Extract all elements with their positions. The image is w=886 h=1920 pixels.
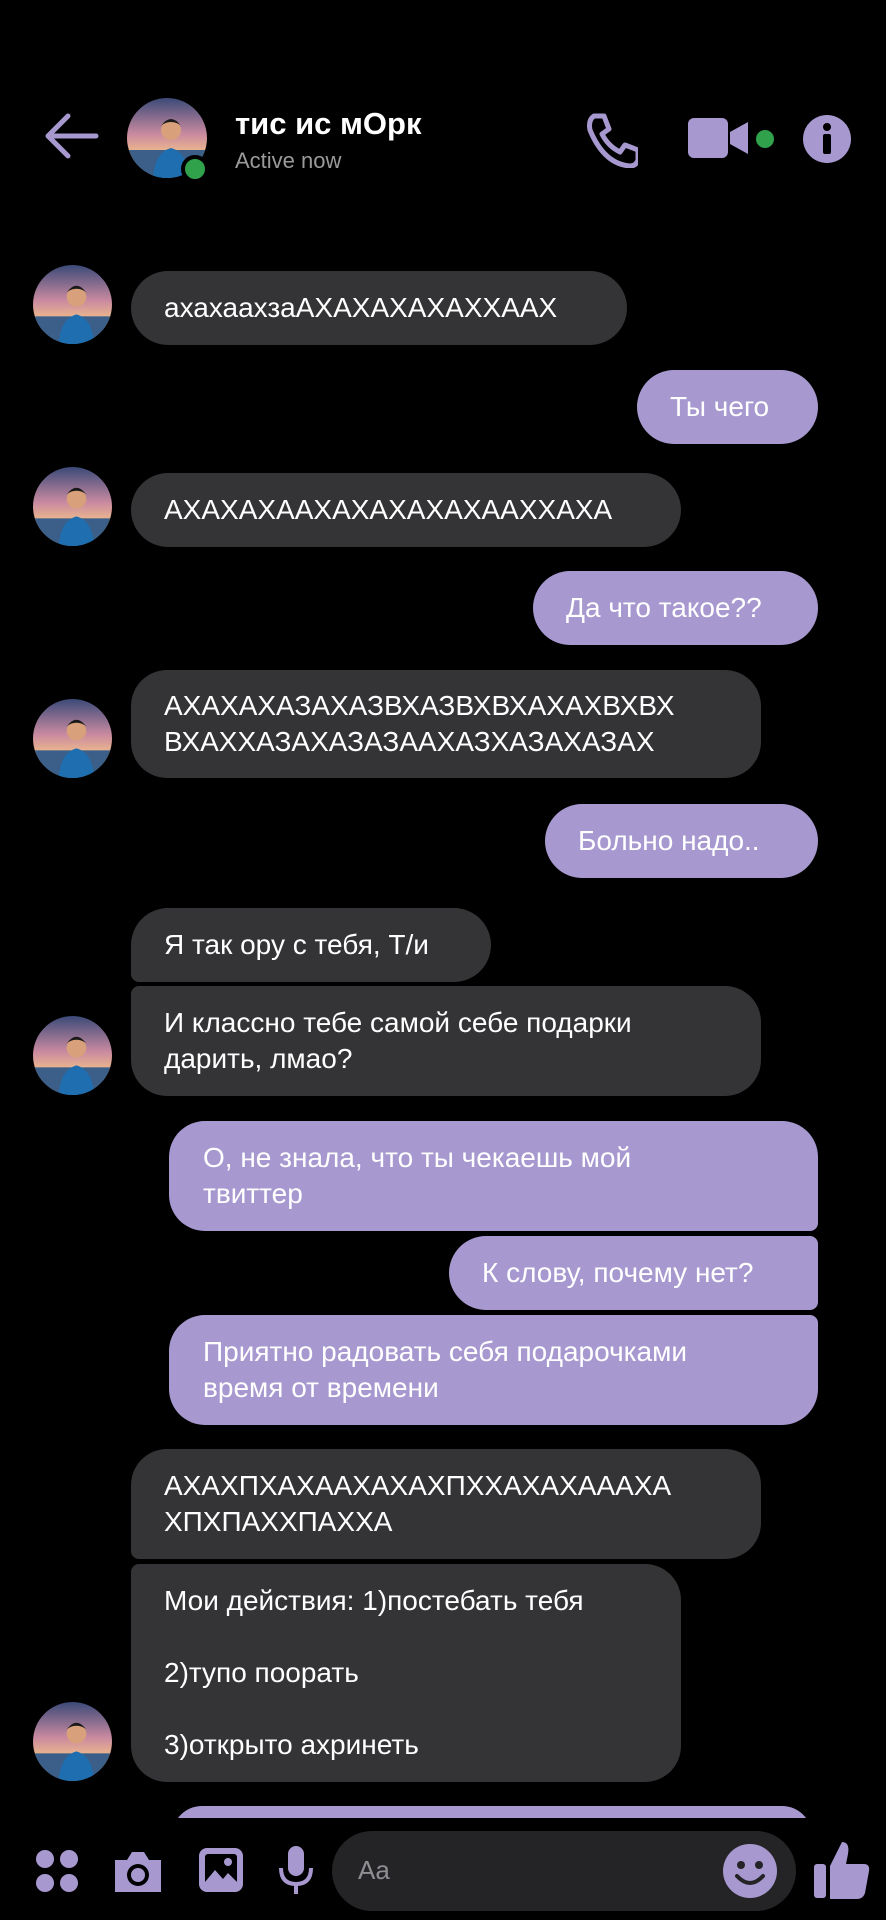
contact-name[interactable]: тис ис мОрк [235, 106, 422, 142]
camera-icon[interactable] [111, 1848, 165, 1894]
four-dots-icon[interactable] [34, 1848, 80, 1894]
message-bubble-outgoing[interactable]: Больно надо.. [545, 804, 818, 878]
message-bubble-outgoing[interactable]: Приятно радовать себя подарочками время … [169, 1315, 818, 1425]
message-input-placeholder[interactable]: Aa [358, 1855, 390, 1886]
microphone-icon[interactable] [278, 1844, 314, 1896]
message-bubble-outgoing[interactable]: О, не знала, что ты чекаешь мой твиттер [169, 1121, 818, 1231]
image-icon[interactable] [197, 1846, 245, 1894]
video-active-dot [756, 130, 774, 148]
message-bubble-outgoing[interactable]: Да что такое?? [533, 571, 818, 645]
message-bubble-incoming[interactable]: Мои действия: 1)постебать тебя 2)тупо по… [131, 1564, 681, 1782]
message-bubble-incoming[interactable]: Я так ору с тебя, Т/и [131, 908, 491, 982]
phone-icon[interactable] [580, 110, 638, 168]
message-bubble-outgoing[interactable]: К слову, почему нет? [449, 1236, 818, 1310]
sender-avatar[interactable] [33, 467, 112, 546]
sender-avatar[interactable] [33, 265, 112, 344]
message-bubble-incoming[interactable]: АХАХПХАХААХАХАХПХХАХАХАААХА ХПХПАХХПАХХА [131, 1449, 761, 1559]
message-bubble-outgoing[interactable]: Ты чего [637, 370, 818, 444]
back-arrow-icon[interactable] [42, 112, 100, 160]
message-bubble-incoming[interactable]: АХАХАХААХАХАХАХАХААХХАХА [131, 473, 681, 547]
sender-avatar[interactable] [33, 1016, 112, 1095]
info-icon[interactable] [802, 114, 852, 164]
message-bubble-incoming[interactable]: ахахаахзаАХАХАХАХАХХААХ [131, 271, 627, 345]
emoji-icon[interactable] [722, 1843, 778, 1899]
video-camera-icon[interactable] [688, 116, 750, 160]
contact-status: Active now [235, 148, 342, 173]
sender-avatar[interactable] [33, 699, 112, 778]
online-indicator [181, 155, 209, 183]
message-bubble-incoming[interactable]: АХАХАХАЗАХАЗВХАЗВХВХАХАХВХВХ ВХАХХАЗАХАЗ… [131, 670, 761, 778]
sender-avatar[interactable] [33, 1702, 112, 1781]
chat-header: тис ис мОрк Active now [0, 0, 886, 230]
message-bubble-incoming[interactable]: И классно тебе самой себе подарки дарить… [131, 986, 761, 1096]
thumbs-up-icon[interactable] [812, 1838, 872, 1900]
